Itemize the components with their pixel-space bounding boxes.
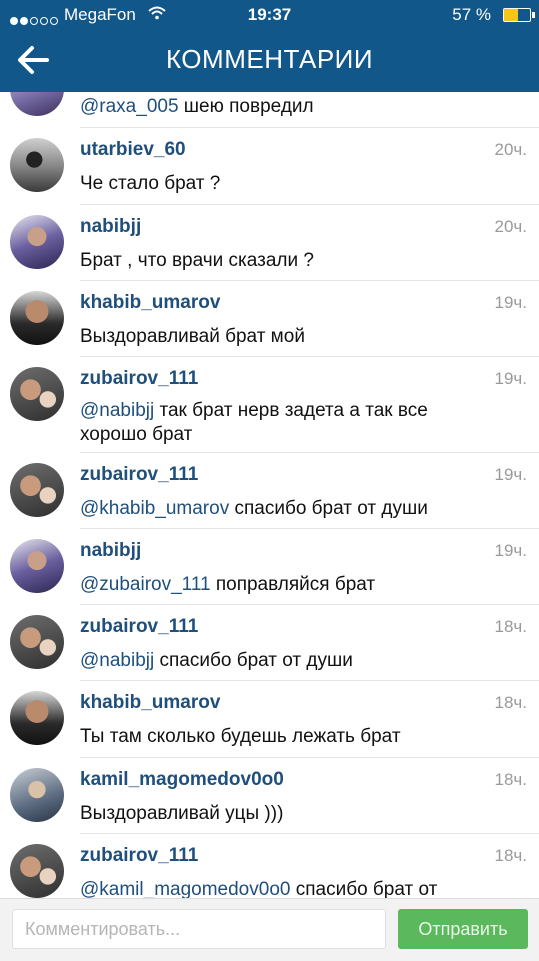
comment-time: 19ч. — [494, 541, 528, 560]
comment-text: @khabib_umarov спасибо брат от души — [80, 497, 520, 521]
avatar[interactable] — [10, 215, 64, 269]
list-item: @raxa_005 шею повредил — [0, 92, 539, 128]
comment-text: Выздоравливай уцы ))) — [80, 802, 520, 826]
page-title: КОММЕНТАРИИ — [165, 44, 374, 74]
avatar[interactable] — [10, 291, 64, 345]
comment-text: @raxa_005 шею повредил — [80, 95, 520, 119]
comment-text: @nabibjj спасибо брат от души — [80, 649, 520, 673]
battery-icon — [503, 8, 531, 22]
comment-username[interactable]: khabib_umarov — [80, 292, 220, 314]
send-button[interactable]: Отправить — [398, 909, 528, 949]
comment-time: 19ч. — [494, 369, 528, 388]
list-item: khabib_umarov 18ч. Ты там сколько будешь… — [0, 681, 539, 758]
comment-body: Выздоравливай уцы ))) — [80, 803, 284, 824]
comment-body: спасибо брат от души — [229, 498, 428, 519]
list-item: zubairov_111 19ч. @nabibjj так брат нерв… — [0, 357, 539, 453]
comment-text: Брат , что врачи сказали ? — [80, 249, 520, 273]
comment-time: 18ч. — [494, 617, 528, 636]
avatar[interactable] — [10, 615, 64, 669]
avatar[interactable] — [10, 92, 64, 116]
avatar[interactable] — [10, 138, 64, 192]
comment-body: спасибо брат от — [290, 879, 438, 898]
list-item: zubairov_111 19ч. @khabib_umarov спасибо… — [0, 453, 539, 529]
list-item: kamil_magomedov0o0 18ч. Выздоравливай уц… — [0, 758, 539, 834]
comment-username[interactable]: zubairov_111 — [80, 368, 198, 390]
mention-link[interactable]: @zubairov_111 — [80, 574, 211, 595]
comment-time: 19ч. — [494, 465, 528, 484]
mention-link[interactable]: @kamil_magomedov0o0 — [80, 879, 290, 898]
avatar[interactable] — [10, 539, 64, 593]
comment-body: Брат , что врачи сказали ? — [80, 250, 314, 271]
mention-link[interactable]: @raxa_005 — [80, 96, 179, 117]
list-item: zubairov_111 18ч. @nabibjj спасибо брат … — [0, 605, 539, 681]
comment-text: Выздоравливай брат мой — [80, 325, 520, 349]
comment-username[interactable]: zubairov_111 — [80, 845, 198, 867]
battery-tip — [532, 12, 535, 18]
battery-percent: 57 % — [452, 5, 491, 24]
comment-username[interactable]: zubairov_111 — [80, 464, 198, 486]
comments-list[interactable]: @raxa_005 шею повредил utarbiev_60 20ч. … — [0, 92, 539, 898]
comment-composer: Отправить — [0, 898, 539, 961]
comment-username[interactable]: khabib_umarov — [80, 692, 220, 714]
comment-body: поправляйся брат — [210, 574, 376, 595]
list-item: nabibjj 20ч. Брат , что врачи сказали ? — [0, 205, 539, 281]
mention-link[interactable]: @nabibjj — [80, 650, 154, 671]
comment-time: 20ч. — [494, 217, 528, 236]
comment-time: 18ч. — [494, 846, 528, 865]
comment-body: спасибо брат от души — [154, 650, 353, 671]
comment-username[interactable]: nabibjj — [80, 540, 141, 562]
comment-username[interactable]: nabibjj — [80, 216, 141, 238]
avatar[interactable] — [10, 463, 64, 517]
avatar[interactable] — [10, 768, 64, 822]
comment-text: @kamil_magomedov0o0 спасибо брат от — [80, 878, 520, 898]
avatar[interactable] — [10, 691, 64, 745]
mention-link[interactable]: @nabibjj — [80, 400, 154, 421]
comment-text: @nabibjj так брат нерв задета а так все … — [80, 399, 480, 447]
comment-username[interactable]: zubairov_111 — [80, 616, 198, 638]
comment-input[interactable] — [12, 909, 386, 949]
comment-time: 18ч. — [494, 770, 528, 789]
comment-time: 19ч. — [494, 293, 528, 312]
comment-body: шею повредил — [178, 96, 314, 117]
status-bar: MegaFon 19:37 57 % — [0, 0, 539, 30]
comment-text: Ты там сколько будешь лежать брат — [80, 725, 520, 749]
mention-link[interactable]: @khabib_umarov — [80, 498, 229, 519]
comment-username[interactable]: kamil_magomedov0o0 — [80, 769, 284, 791]
comment-time: 20ч. — [494, 140, 528, 159]
list-item: khabib_umarov 19ч. Выздоравливай брат мо… — [0, 281, 539, 357]
comment-text: @zubairov_111 поправляйся брат — [80, 573, 520, 597]
comment-body: Ты там сколько будешь лежать брат — [80, 726, 401, 747]
comment-time: 18ч. — [494, 693, 528, 712]
list-item: utarbiev_60 20ч. Че стало брат ? — [0, 128, 539, 205]
comment-body: Че стало брат ? — [80, 173, 221, 194]
comment-body: Выздоравливай брат мой — [80, 326, 305, 347]
top-bar: MegaFon 19:37 57 % КОММЕНТАРИИ — [0, 0, 539, 92]
list-item: nabibjj 19ч. @zubairov_111 поправляйся б… — [0, 529, 539, 605]
avatar[interactable] — [10, 844, 64, 898]
comment-username[interactable]: utarbiev_60 — [80, 139, 186, 161]
avatar[interactable] — [10, 367, 64, 421]
comment-text: Че стало брат ? — [80, 172, 520, 196]
list-item: zubairov_111 18ч. @kamil_magomedov0o0 сп… — [0, 834, 539, 898]
